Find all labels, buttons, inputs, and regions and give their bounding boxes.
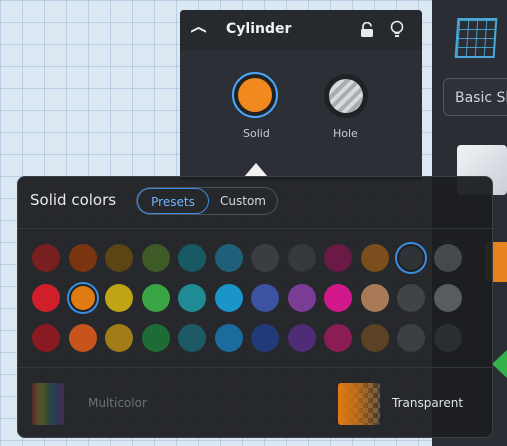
color-swatch[interactable] (251, 324, 279, 352)
color-swatch[interactable] (32, 324, 60, 352)
roof-shape-thumbnail[interactable] (492, 350, 507, 378)
color-swatch[interactable] (105, 324, 133, 352)
color-swatch[interactable] (141, 284, 170, 312)
color-swatch[interactable] (178, 284, 206, 312)
chevron-up-icon[interactable]: ❭ (188, 24, 206, 37)
solid-colors-popup: Solid colors Presets Custom Multicolor T… (17, 176, 493, 438)
color-swatch[interactable] (105, 284, 133, 312)
color-swatch[interactable] (214, 244, 243, 272)
header-divider (18, 228, 492, 229)
color-swatch[interactable] (397, 284, 425, 312)
color-swatch[interactable] (251, 284, 279, 312)
color-swatch[interactable] (397, 244, 425, 272)
color-mode-toggle: Presets Custom (136, 187, 278, 215)
color-swatch[interactable] (214, 284, 243, 312)
color-swatch[interactable] (324, 284, 352, 312)
color-swatch[interactable] (287, 244, 316, 272)
shape-library-dropdown[interactable]: Basic Sh (443, 78, 507, 116)
popup-pointer (244, 163, 268, 177)
color-swatch[interactable] (251, 244, 279, 272)
color-swatch[interactable] (68, 244, 97, 272)
color-swatch[interactable] (360, 244, 389, 272)
color-swatch[interactable] (324, 324, 352, 352)
color-swatch[interactable] (32, 244, 60, 272)
color-swatch[interactable] (287, 324, 316, 352)
color-swatch[interactable] (433, 244, 462, 272)
color-swatch[interactable] (68, 284, 97, 312)
color-swatch[interactable] (105, 244, 133, 272)
color-swatch[interactable] (287, 284, 316, 312)
transparent-swatch[interactable] (338, 383, 380, 425)
color-swatch[interactable] (178, 244, 206, 272)
color-swatch[interactable] (360, 324, 389, 352)
color-swatch[interactable] (324, 244, 352, 272)
color-swatch[interactable] (397, 324, 425, 352)
shape-library-label: Basic Sh (455, 90, 507, 106)
tab-presets[interactable]: Presets (137, 188, 209, 214)
solid-button[interactable] (232, 72, 278, 118)
footer-divider (18, 367, 492, 368)
color-swatch[interactable] (32, 284, 60, 312)
lightbulb-icon[interactable] (390, 20, 404, 40)
hole-label: Hole (333, 127, 358, 140)
shape-name: Cylinder (226, 21, 292, 37)
color-swatch[interactable] (360, 284, 389, 312)
solid-color-swatch (238, 78, 272, 112)
color-swatch[interactable] (141, 244, 170, 272)
multicolor-swatch[interactable] (32, 383, 64, 425)
lock-icon[interactable] (360, 22, 374, 38)
color-swatch[interactable] (141, 324, 170, 352)
multicolor-label: Multicolor (88, 396, 147, 410)
color-swatch[interactable] (433, 324, 462, 352)
hole-button[interactable] (324, 74, 368, 118)
solid-label: Solid (243, 127, 270, 140)
color-swatch[interactable] (214, 324, 243, 352)
color-swatch[interactable] (178, 324, 206, 352)
popup-title: Solid colors (30, 191, 117, 209)
hole-pattern (329, 79, 363, 113)
color-swatch[interactable] (68, 324, 97, 352)
tab-custom[interactable]: Custom (209, 188, 277, 214)
transparent-label: Transparent (392, 396, 464, 410)
inspector-header: ❭ Cylinder (180, 10, 422, 50)
shape-inspector: ❭ Cylinder (180, 10, 422, 180)
workplane-grid-icon[interactable] (454, 18, 498, 58)
color-swatch[interactable] (433, 284, 462, 312)
